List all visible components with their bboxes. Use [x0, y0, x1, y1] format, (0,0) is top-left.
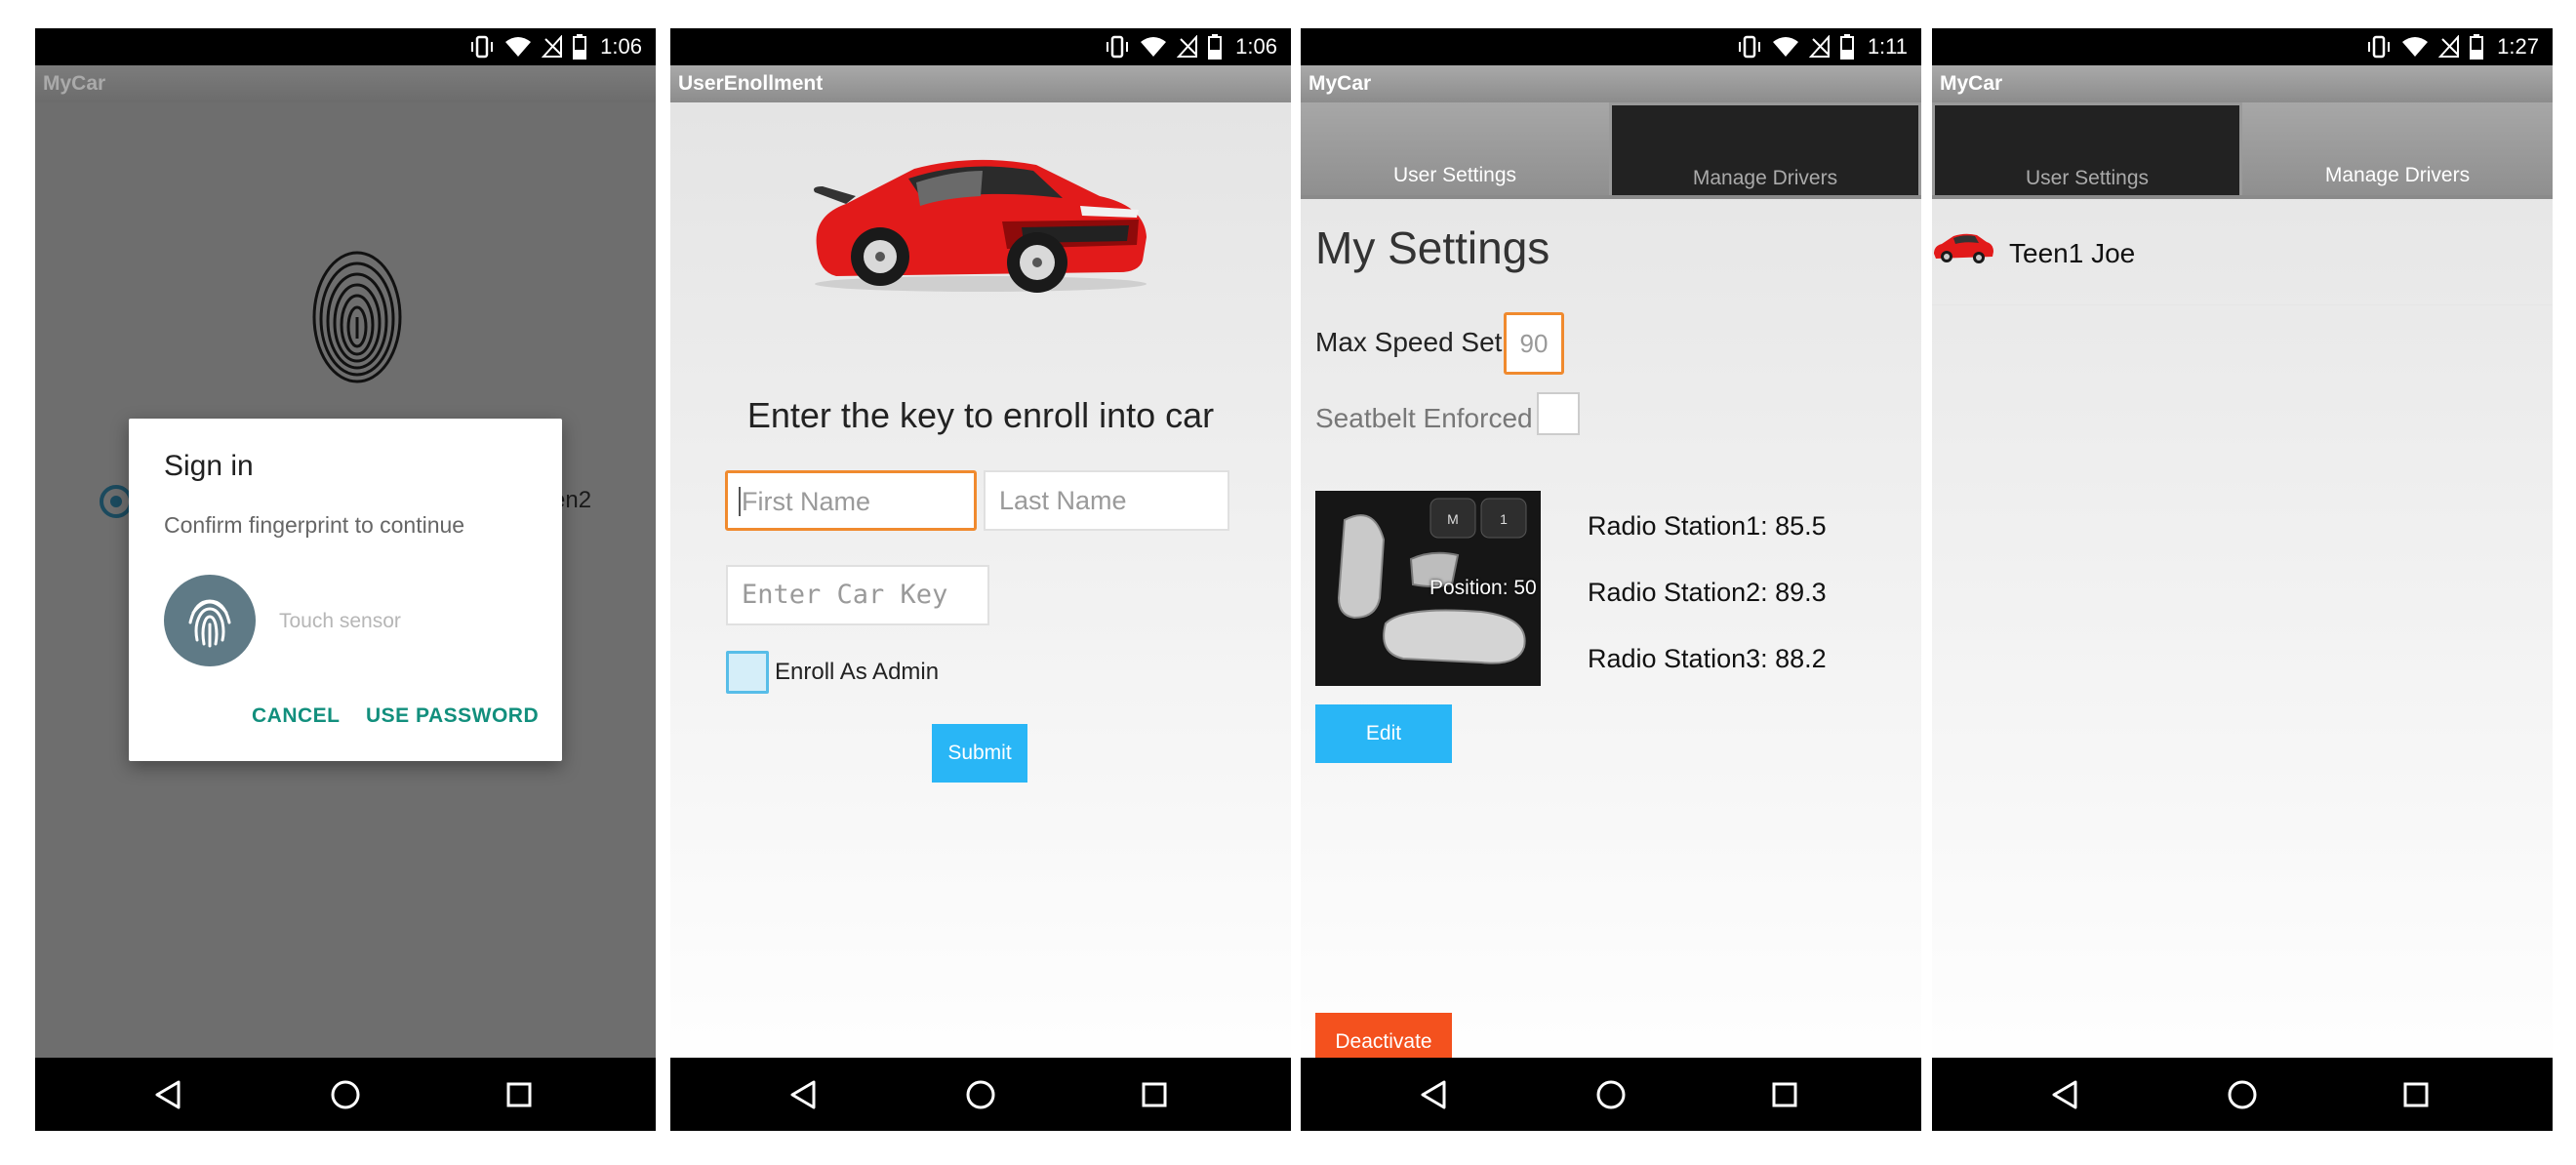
no-signal-icon	[1177, 35, 1198, 58]
phone-screen-signin: 1:06 MyCar en2 Sign in Confirm fingerpri…	[35, 28, 656, 1131]
tab-user-settings[interactable]: User Settings	[1301, 102, 1609, 195]
phone-screen-settings: 1:11 MyCar User Settings Manage Drivers …	[1301, 28, 1921, 1131]
battery-icon	[1839, 34, 1854, 60]
radio-station-3: Radio Station3: 88.2	[1588, 644, 1827, 673]
recent-apps-icon[interactable]	[1135, 1075, 1174, 1114]
enroll-admin-checkbox[interactable]	[726, 651, 769, 694]
app-title: MyCar	[1301, 65, 1921, 102]
signin-dialog: Sign in Confirm fingerprint to continue …	[129, 419, 562, 761]
car-key-field[interactable]: Enter Car Key	[726, 565, 989, 625]
back-icon[interactable]	[2045, 1075, 2084, 1114]
wifi-icon	[505, 37, 532, 57]
back-icon[interactable]	[148, 1075, 187, 1114]
radio-station-2: Radio Station2: 89.3	[1588, 578, 1827, 607]
nav-bar	[670, 1058, 1291, 1131]
red-car-image	[814, 159, 1147, 293]
tab-user-settings[interactable]: User Settings	[1932, 102, 2242, 195]
fingerprint-sensor-icon	[164, 575, 256, 666]
battery-icon	[1208, 34, 1223, 60]
tab-bar: User Settings Manage Drivers	[1932, 102, 2553, 195]
status-time: 1:06	[1235, 34, 1277, 59]
max-speed-input[interactable]: 90	[1504, 312, 1564, 375]
status-bar: 1:11	[1301, 28, 1921, 65]
app-title: MyCar	[1932, 65, 2553, 102]
red-car-icon	[1934, 233, 1993, 263]
home-icon[interactable]	[2223, 1075, 2262, 1114]
status-time: 1:06	[600, 34, 642, 59]
content-area: User Settings Manage Drivers My Settings…	[1301, 102, 1921, 1087]
nav-bar	[1301, 1058, 1921, 1131]
driver-radio-button[interactable]	[100, 485, 133, 518]
seat-control-image: M 1 Position: 50	[1315, 491, 1541, 686]
home-icon[interactable]	[1591, 1075, 1630, 1114]
touch-sensor-hint: Touch sensor	[279, 610, 401, 632]
nav-bar	[1932, 1058, 2553, 1131]
seat-position-label: Position: 50	[1429, 577, 1537, 599]
tab-bar: User Settings Manage Drivers	[1301, 102, 1921, 195]
content-area: User Settings Manage Drivers Teen1 Joe	[1932, 102, 2553, 1087]
status-bar: 1:06	[35, 28, 656, 65]
seatbelt-checkbox[interactable]	[1537, 392, 1580, 435]
back-icon[interactable]	[1414, 1075, 1453, 1114]
status-bar: 1:06	[670, 28, 1291, 65]
vibrate-icon	[471, 35, 494, 59]
dialog-subtitle: Confirm fingerprint to continue	[164, 512, 465, 538]
list-item[interactable]: Teen1 Joe	[1932, 199, 2553, 305]
tab-manage-drivers[interactable]: Manage Drivers	[1609, 102, 1921, 195]
tab-manage-drivers[interactable]: Manage Drivers	[2242, 102, 2553, 195]
wifi-icon	[1772, 37, 1798, 57]
app-title: UserEnollment	[670, 65, 1291, 102]
app-title: MyCar	[35, 65, 656, 102]
max-speed-label: Max Speed Set:	[1315, 327, 1510, 357]
back-icon[interactable]	[784, 1075, 823, 1114]
first-name-field[interactable]: First Name	[725, 470, 977, 531]
status-time: 1:11	[1867, 34, 1908, 59]
content-area: en2 Sign in Confirm fingerprint to conti…	[35, 102, 656, 1087]
phone-screen-enrollment: 1:06 UserEnollment Enter the key to enro…	[670, 28, 1291, 1131]
battery-icon	[2470, 34, 2484, 60]
dialog-title: Sign in	[164, 450, 254, 482]
no-signal-icon	[542, 35, 563, 58]
fingerprint-icon	[312, 251, 402, 383]
recent-apps-icon[interactable]	[1765, 1075, 1804, 1114]
last-name-field[interactable]: Last Name	[984, 470, 1229, 531]
home-icon[interactable]	[326, 1075, 365, 1114]
home-icon[interactable]	[961, 1075, 1000, 1114]
battery-icon	[573, 34, 587, 60]
use-password-button[interactable]: USE PASSWORD	[366, 704, 539, 728]
wifi-icon	[1141, 37, 1167, 57]
recent-apps-icon[interactable]	[2396, 1075, 2435, 1114]
status-time: 1:27	[2497, 34, 2539, 59]
vibrate-icon	[1107, 35, 1129, 59]
phone-screen-drivers: 1:27 MyCar User Settings Manage Drivers …	[1932, 28, 2553, 1131]
wifi-icon	[2402, 37, 2429, 57]
vibrate-icon	[2368, 35, 2391, 59]
no-signal-icon	[2438, 35, 2460, 58]
submit-button[interactable]: Submit	[932, 724, 1027, 783]
enroll-admin-label: Enroll As Admin	[775, 659, 940, 685]
vibrate-icon	[1738, 35, 1760, 59]
tab-divider	[1301, 195, 1921, 199]
seat-button-m: M	[1447, 511, 1459, 527]
status-bar: 1:27	[1932, 28, 2553, 65]
recent-apps-icon[interactable]	[500, 1075, 539, 1114]
edit-button[interactable]: Edit	[1315, 704, 1452, 763]
content-area: Enter the key to enroll into car First N…	[670, 102, 1291, 1087]
radio-station-1: Radio Station1: 85.5	[1588, 511, 1827, 541]
enroll-heading: Enter the key to enroll into car	[746, 395, 1215, 435]
seat-button-1: 1	[1500, 511, 1508, 527]
driver-name: Teen1 Joe	[2009, 238, 2136, 268]
cancel-button[interactable]: CANCEL	[252, 704, 341, 728]
seatbelt-label: Seatbelt Enforced	[1315, 403, 1533, 433]
page-title: My Settings	[1315, 222, 1550, 273]
nav-bar	[35, 1058, 656, 1131]
no-signal-icon	[1808, 35, 1830, 58]
